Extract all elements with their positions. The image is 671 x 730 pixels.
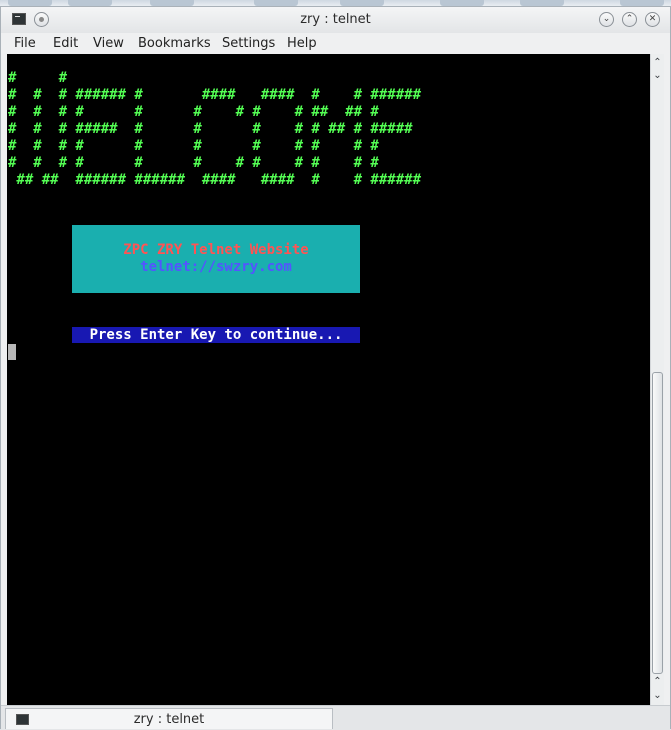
info-site-name: ZPC ZRY Telnet Website (123, 242, 309, 258)
menu-file[interactable]: File (14, 36, 36, 51)
title-bar[interactable]: zry : telnet ⌄ ⌃ ✕ (1, 7, 670, 34)
menu-settings[interactable]: Settings (222, 36, 275, 51)
session-tab-bar: zry : telnet (1, 705, 670, 730)
scrollbar-thumb[interactable] (652, 372, 663, 674)
text-cursor (8, 344, 16, 360)
info-telnet-address: telnet://swzry.com (140, 259, 292, 275)
menu-view[interactable]: View (93, 36, 124, 51)
close-button[interactable]: ✕ (645, 12, 660, 27)
chevron-up-icon: ⌃ (625, 14, 634, 24)
close-icon: ✕ (648, 14, 657, 24)
chevron-up-icon[interactable]: ⌃ (651, 676, 664, 688)
window-title: zry : telnet (300, 12, 371, 27)
ascii-welcome-banner: # # # # # ###### # #### #### # # ###### … (8, 70, 422, 188)
info-box: ZPC ZRY Telnet Website telnet://swzry.co… (72, 225, 360, 293)
menu-edit[interactable]: Edit (53, 36, 78, 51)
session-tab-label: zry : telnet (133, 712, 205, 727)
minimize-button[interactable]: ⌄ (599, 12, 614, 27)
chevron-down-icon[interactable]: ⌄ (651, 690, 664, 702)
chevron-up-icon[interactable]: ⌃ (651, 57, 664, 69)
menu-help[interactable]: Help (287, 36, 317, 51)
session-tab[interactable]: zry : telnet (5, 708, 333, 729)
terminal-scrollbar[interactable]: ⌃ ⌄ ⌃ ⌄ (650, 54, 664, 705)
menu-bar: File Edit View Bookmarks Settings Help (1, 33, 670, 55)
chevron-down-icon: ⌄ (602, 14, 611, 24)
terminal-screen[interactable]: # # # # # ###### # #### #### # # ###### … (7, 54, 650, 705)
maximize-button[interactable]: ⌃ (622, 12, 637, 27)
continue-prompt: Press Enter Key to continue... (72, 327, 360, 343)
menu-bookmarks[interactable]: Bookmarks (138, 36, 211, 51)
konsole-window: zry : telnet ⌄ ⌃ ✕ File Edit View Bookma… (0, 6, 671, 730)
chevron-down-icon[interactable]: ⌄ (651, 70, 664, 82)
